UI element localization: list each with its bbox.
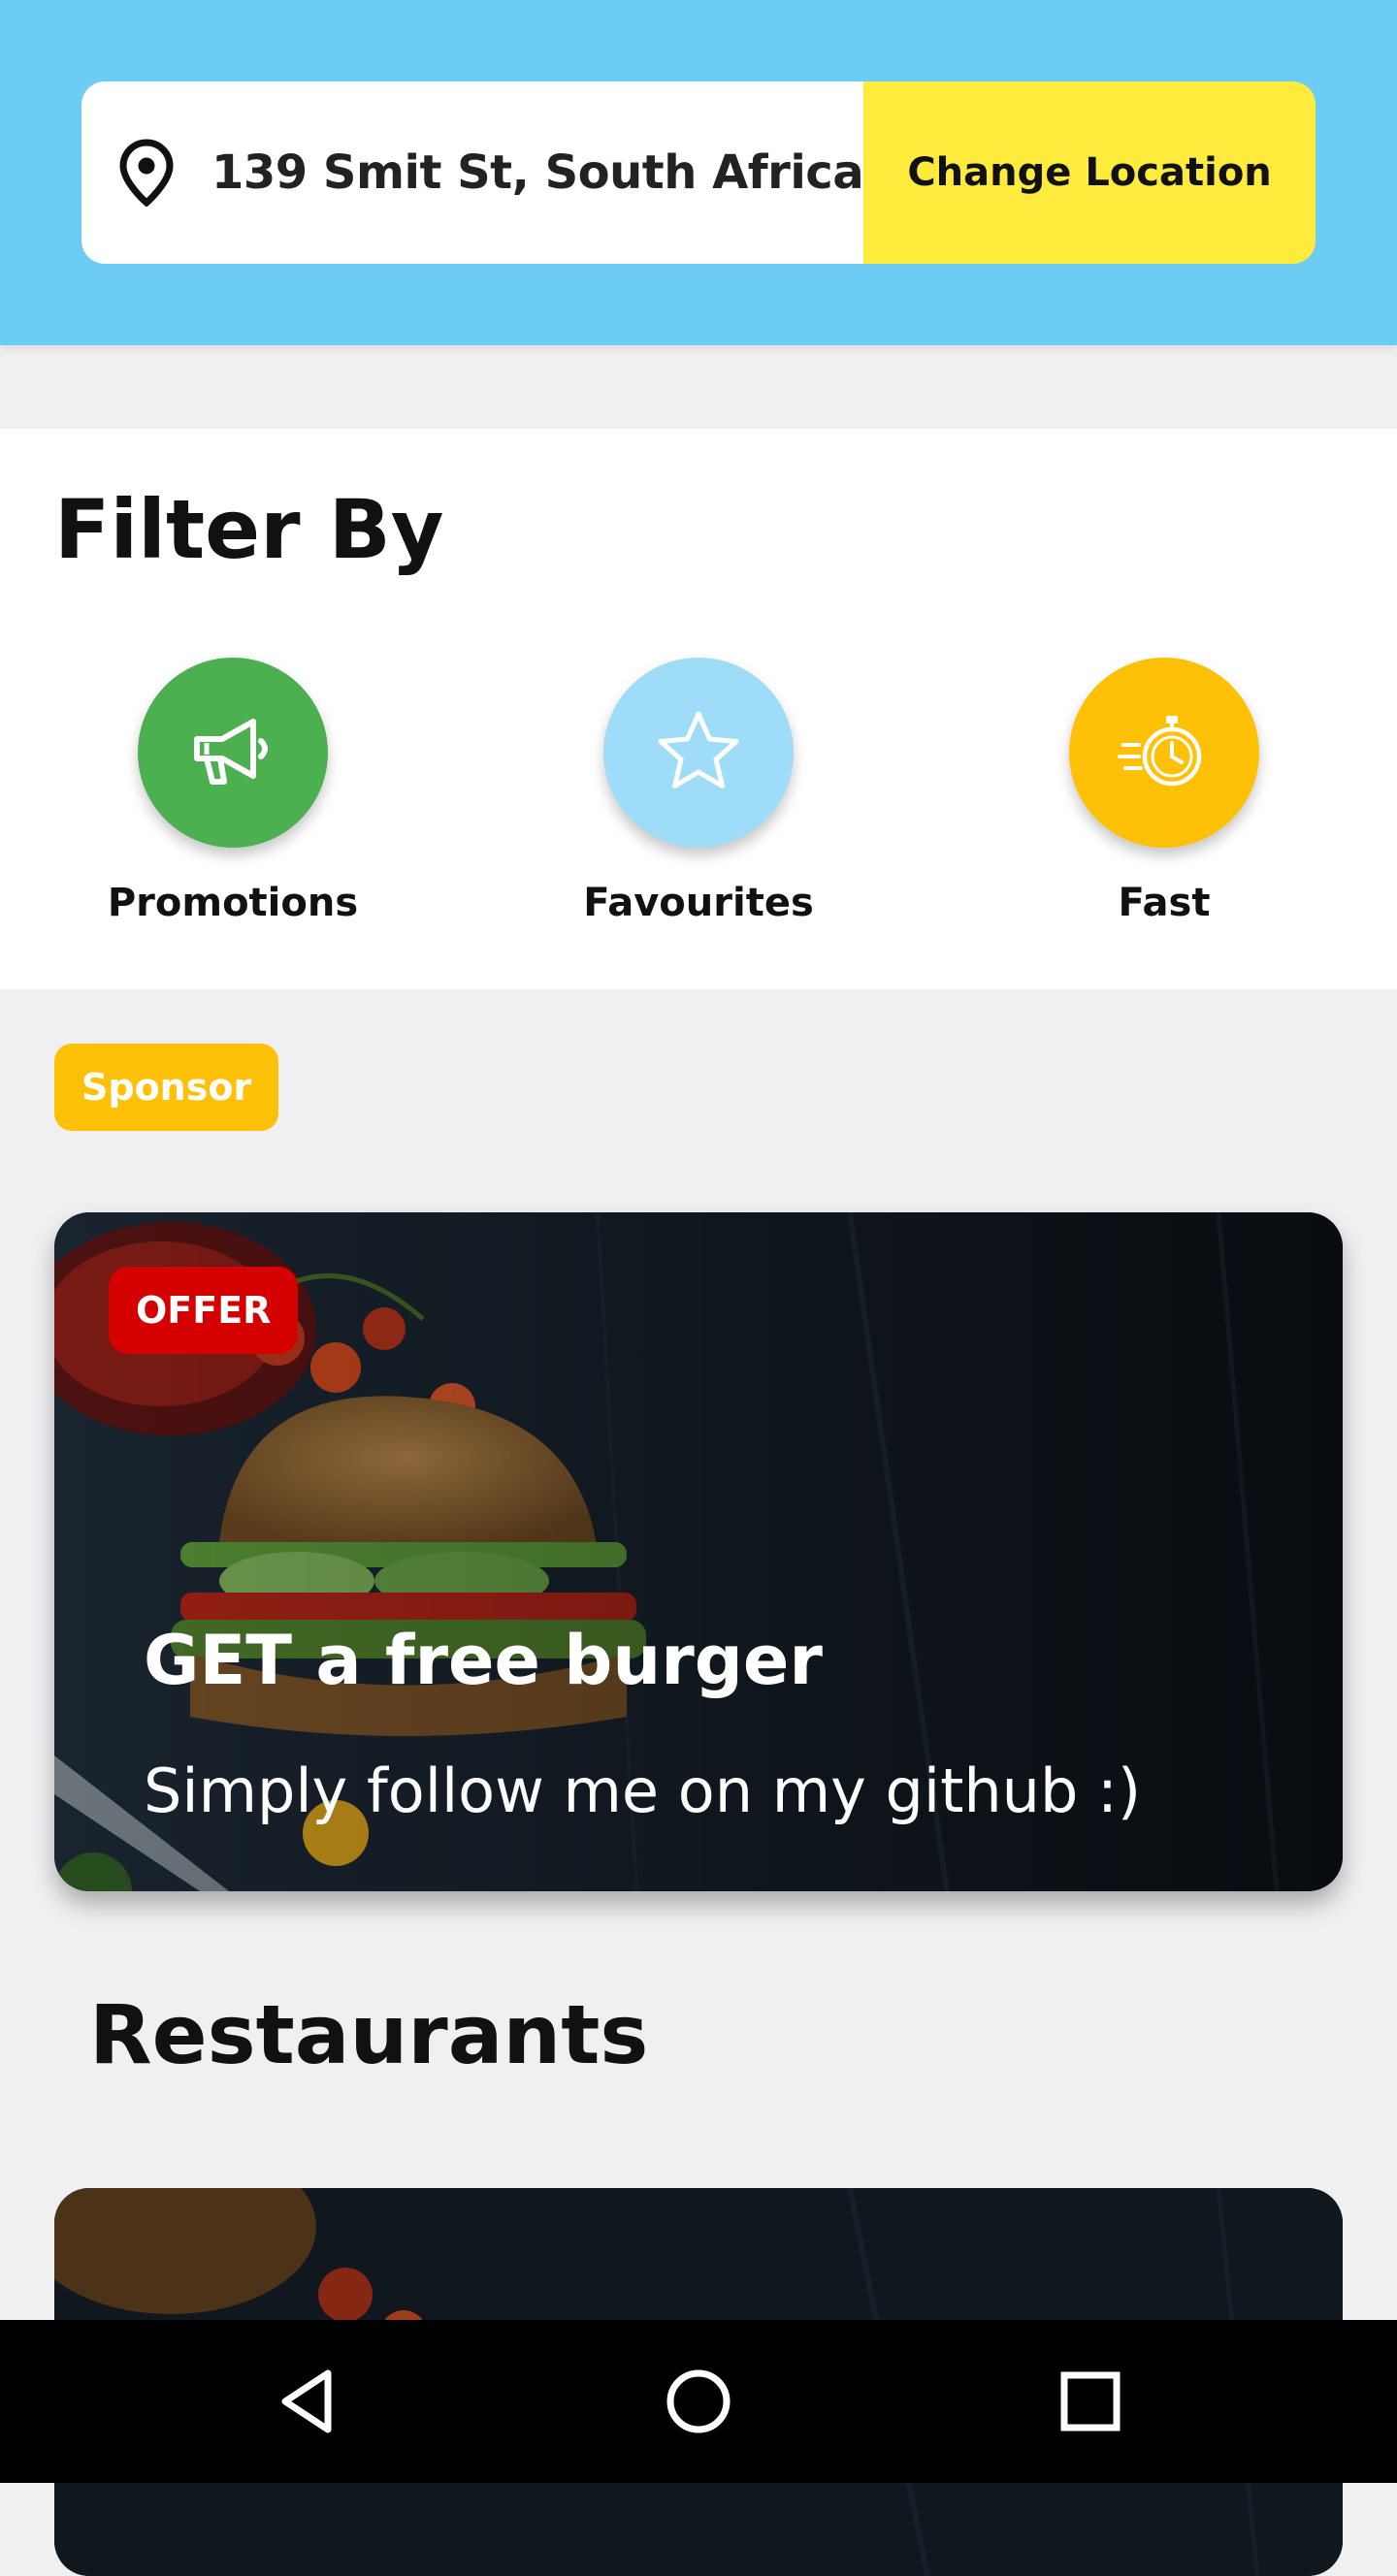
back-icon[interactable]	[258, 2353, 355, 2450]
favourites-label: Favourites	[583, 881, 814, 925]
promotions-label: Promotions	[107, 881, 359, 925]
favourites-circle[interactable]	[603, 658, 794, 848]
promo-title: GET a free burger	[144, 1621, 823, 1700]
location-header: 139 Smit St, South Africa Change Locatio…	[0, 0, 1397, 345]
stopwatch-icon	[1118, 708, 1211, 797]
promo-subtitle: Simply follow me on my github :)	[144, 1755, 1142, 1826]
megaphone-icon	[189, 714, 276, 791]
filter-section: Filter By Promotions Favourites Fast	[0, 429, 1397, 989]
star-icon	[654, 708, 743, 797]
change-location-button[interactable]: Change Location	[863, 81, 1316, 264]
restaurants-title: Restaurants	[89, 1987, 649, 2082]
filter-favourites[interactable]: Favourites	[543, 658, 854, 925]
map-pin-icon	[116, 138, 177, 208]
home-icon[interactable]	[650, 2353, 747, 2450]
sponsor-badge: Sponsor	[54, 1044, 279, 1131]
system-nav-bar	[0, 2320, 1397, 2483]
offer-badge: OFFER	[109, 1267, 299, 1354]
location-bar: 139 Smit St, South Africa Change Locatio…	[81, 81, 1316, 264]
filter-title: Filter By	[54, 482, 444, 577]
filter-promotions[interactable]: Promotions	[78, 658, 388, 925]
promotions-circle[interactable]	[138, 658, 328, 848]
recents-icon[interactable]	[1042, 2353, 1139, 2450]
address-text: 139 Smit St, South Africa	[211, 145, 864, 200]
fast-label: Fast	[1118, 881, 1211, 925]
fast-circle[interactable]	[1069, 658, 1259, 848]
current-location[interactable]: 139 Smit St, South Africa	[81, 81, 864, 264]
promo-card[interactable]: OFFER GET a free burger Simply follow me…	[54, 1212, 1343, 1891]
filter-fast[interactable]: Fast	[1009, 658, 1319, 925]
